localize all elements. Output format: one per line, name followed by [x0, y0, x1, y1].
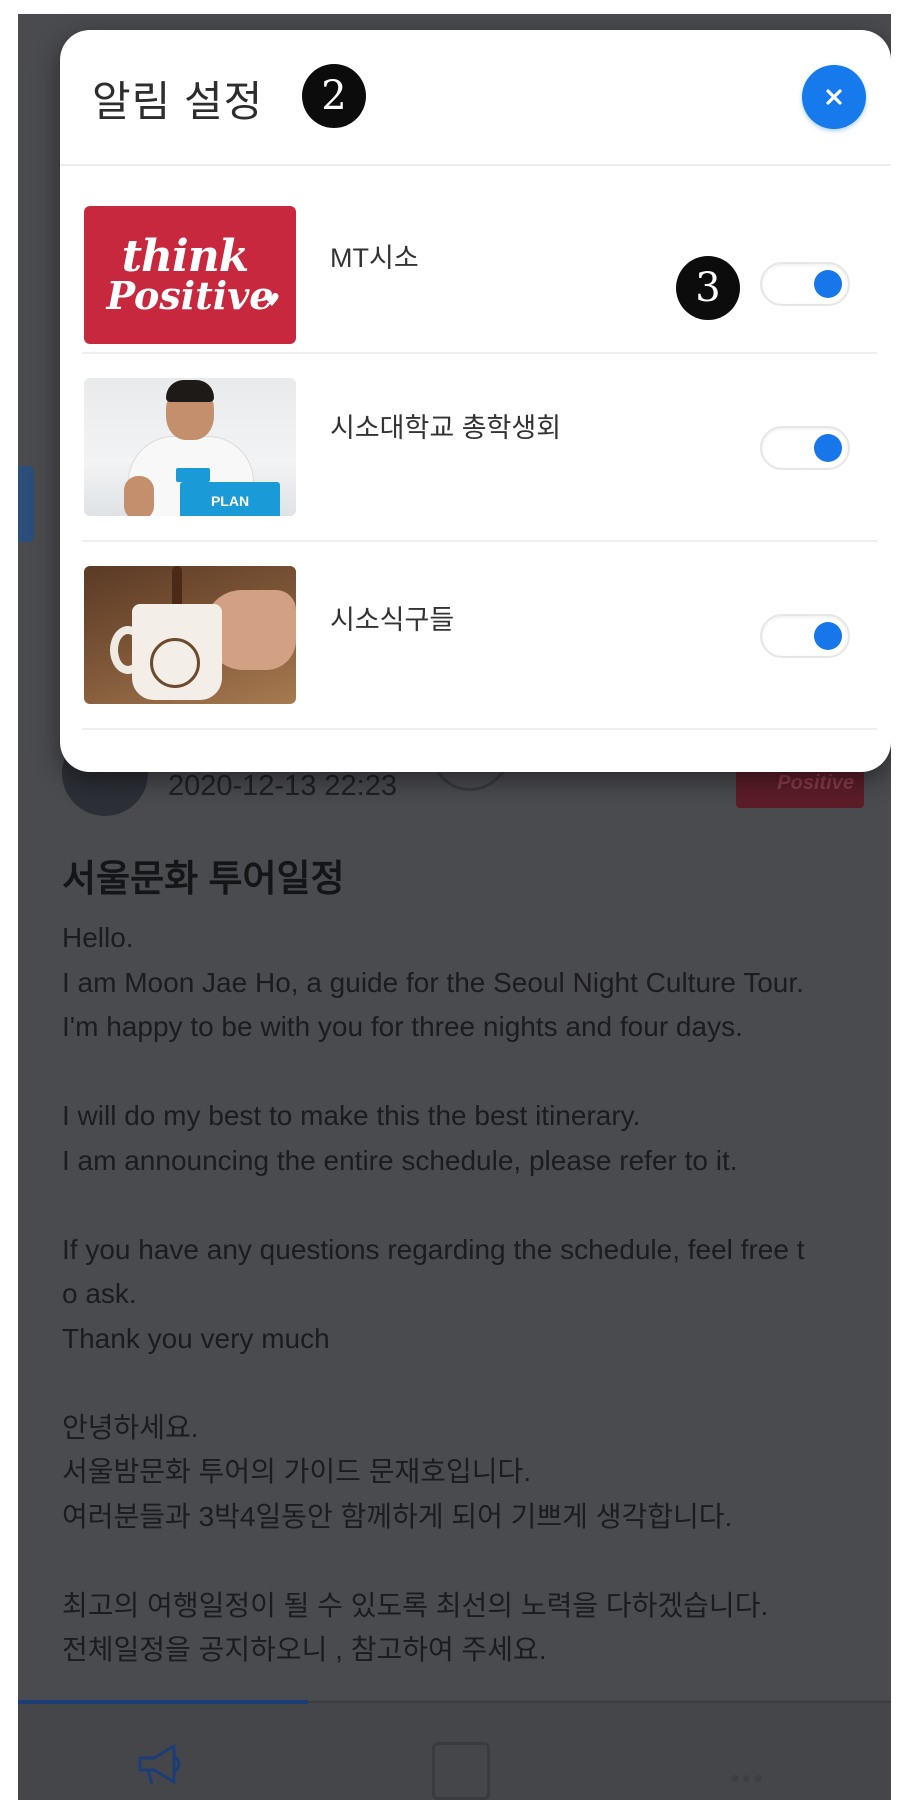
post-body-line: 여러분들과 3박4일동안 함께하게 되어 기쁘게 생각합니다.	[62, 1500, 733, 1532]
mug-logo-icon	[150, 638, 200, 688]
thumbnail-text: Positive	[106, 273, 274, 318]
list-item: PLAN 시소대학교 총학생회	[60, 354, 891, 542]
app-screen: 2020-12-13 22:23 Positive 서울문화 투어일정 Hell…	[18, 0, 891, 1800]
post-date: 2020-12-13 22:23	[168, 770, 397, 802]
megaphone-icon[interactable]	[136, 1742, 188, 1788]
post-body-line: I'm happy to be with you for three night…	[62, 1011, 743, 1042]
notification-toggle[interactable]	[760, 426, 850, 470]
channel-thumbnail: think Positive ♥	[84, 206, 296, 344]
row-divider	[82, 728, 877, 730]
modal-title: 알림 설정	[92, 78, 264, 125]
close-icon	[826, 89, 842, 105]
post-body-line: Hello.	[62, 922, 134, 953]
toggle-knob	[814, 622, 842, 650]
post-body-line: 안녕하세요.	[62, 1411, 199, 1443]
post-body-line: If you have any questions regarding the …	[62, 1233, 805, 1265]
background-tab-accent	[18, 466, 34, 542]
list-item: think Positive ♥ MT시소 3	[60, 166, 891, 354]
thumbnail-text: PLAN	[180, 482, 280, 516]
modal-header: 알림 설정 2	[60, 30, 891, 164]
post-body-line: Thank you very much	[62, 1322, 330, 1354]
tab-active-indicator	[18, 1700, 308, 1704]
notification-settings-modal: 알림 설정 2 think Positive ♥ MT시소 3 PLAN 시소대…	[60, 30, 891, 772]
post-body-line: o ask.	[62, 1278, 137, 1309]
toggle-knob	[814, 270, 842, 298]
post-title: 서울문화 투어일정	[62, 858, 345, 899]
post-body-line: 전체일정을 공지하오니 , 참고하여 주세요.	[62, 1634, 547, 1665]
post-body-line: 서울밤문화 투어의 가이드 문재호입니다.	[62, 1456, 532, 1487]
close-button[interactable]	[802, 65, 866, 129]
post-body-line: I will do my best to make this the best …	[62, 1100, 641, 1131]
toggle-knob	[814, 434, 842, 462]
post-body: Hello. I am Moon Jae Ho, a guide for the …	[62, 916, 882, 1673]
post-body-line: 최고의 여행일정이 될 수 있도록 최선의 노력을 다하겠습니다.	[62, 1589, 769, 1621]
channel-list: think Positive ♥ MT시소 3 PLAN 시소대학교 총학생회 …	[60, 166, 891, 730]
list-item: 시소식구들	[60, 542, 891, 730]
heart-icon: ♥	[263, 290, 280, 311]
notification-toggle[interactable]	[760, 262, 850, 306]
channel-name: MT시소	[330, 243, 419, 273]
notification-toggle[interactable]	[760, 614, 850, 658]
step-badge: 2	[302, 64, 366, 128]
post-body-line: I am announcing the entire schedule, ple…	[62, 1144, 738, 1176]
tab-bar-line	[308, 1701, 891, 1703]
step-badge: 3	[676, 256, 740, 320]
channel-name: 시소대학교 총학생회	[330, 413, 562, 443]
calendar-icon[interactable]	[432, 1742, 490, 1800]
channel-name: 시소식구들	[330, 605, 455, 635]
more-icon[interactable]: ●●●	[730, 1770, 765, 1788]
channel-thumbnail	[84, 566, 296, 704]
post-body-line: I am Moon Jae Ho, a guide for the Seoul …	[62, 966, 804, 998]
channel-thumbnail: PLAN	[84, 378, 296, 516]
